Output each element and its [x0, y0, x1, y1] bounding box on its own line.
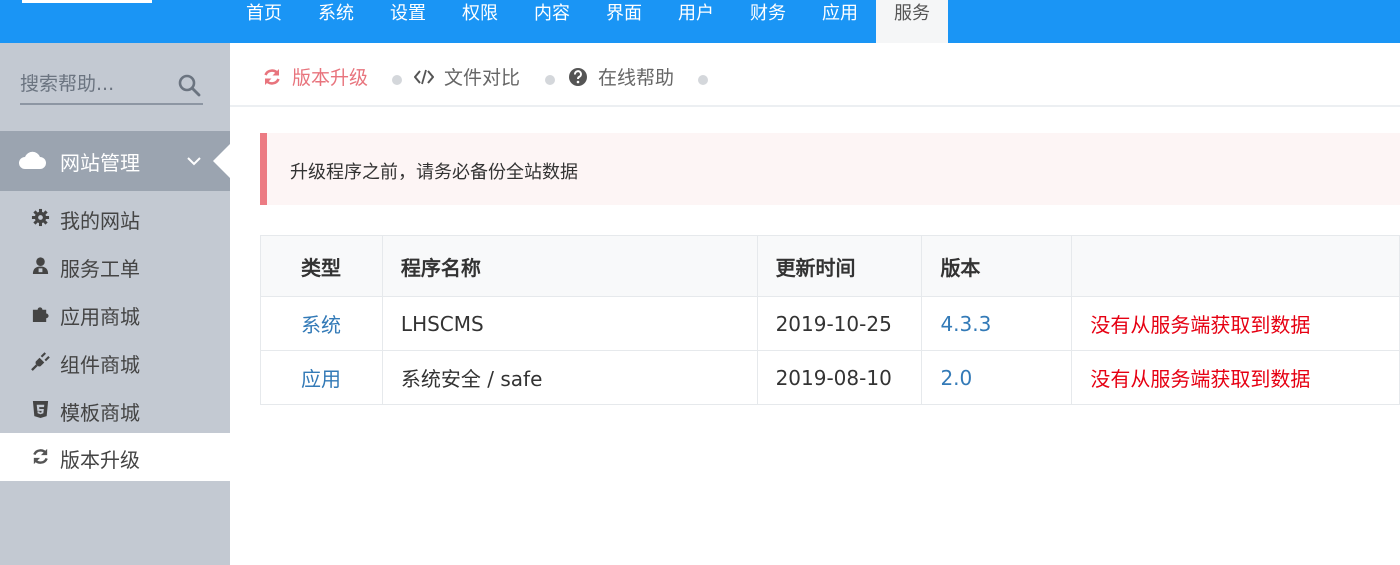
- user-support-icon: [32, 257, 49, 275]
- cell-status: 没有从服务端获取到数据: [1071, 350, 1400, 405]
- tab-label: 版本升级: [292, 67, 369, 89]
- sidebar-item-service-tickets[interactable]: 服务工单: [0, 242, 230, 290]
- search-icon[interactable]: [177, 73, 201, 97]
- type-link[interactable]: 应用: [301, 367, 341, 391]
- alert-text: 升级程序之前，请务必备份全站数据: [290, 162, 578, 183]
- cloud-icon: [19, 151, 46, 169]
- sidebar-item-label: 服务工单: [60, 257, 140, 281]
- gear-icon: [31, 208, 50, 227]
- refresh-icon: [33, 448, 48, 465]
- sidebar-item-label: 版本升级: [60, 448, 140, 472]
- column-header-type: 类型: [260, 235, 383, 297]
- topnav-item-apps[interactable]: 应用: [804, 0, 876, 43]
- topnav-item-permissions[interactable]: 权限: [444, 0, 516, 43]
- type-link[interactable]: 系统: [301, 313, 341, 337]
- cell-updated: 2019-10-25: [756, 296, 923, 351]
- column-header-name: 程序名称: [381, 235, 758, 297]
- cell-type: 应用: [260, 350, 383, 405]
- topnav-item-interface[interactable]: 界面: [588, 0, 660, 43]
- puzzle-icon: [32, 307, 49, 323]
- upgrade-table: 类型 程序名称 更新时间 版本 系统 LHSCMS 2019-10-25 4.3…: [260, 235, 1400, 405]
- column-header-status: [1071, 235, 1400, 297]
- sidebar-item-label: 我的网站: [60, 209, 140, 233]
- sidebar-item-template-store[interactable]: 模板商城: [0, 386, 230, 434]
- topnav-item-finance[interactable]: 财务: [732, 0, 804, 43]
- sidebar-item-version-upgrade[interactable]: 版本升级: [0, 433, 230, 481]
- topnav-item-content[interactable]: 内容: [516, 0, 588, 43]
- logo[interactable]: [22, 0, 152, 3]
- cell-version: 4.3.3: [921, 296, 1073, 351]
- sidebar: 网站管理 我的网站 服务工单 应用商城: [0, 43, 230, 565]
- code-icon: [414, 69, 434, 85]
- html5-icon: [32, 400, 49, 419]
- status-error: 没有从服务端获取到数据: [1090, 367, 1311, 391]
- cell-type: 系统: [260, 296, 383, 351]
- tab-separator: [392, 75, 402, 85]
- chevron-down-icon: [187, 157, 201, 166]
- refresh-icon: [264, 69, 280, 85]
- plug-icon: [31, 352, 50, 371]
- tab-bar: 版本升级 文件对比 在线帮助: [230, 43, 1400, 107]
- topnav-item-users[interactable]: 用户: [660, 0, 732, 43]
- sidebar-search: [20, 65, 203, 105]
- cell-name: LHSCMS: [381, 296, 758, 351]
- version-link[interactable]: 2.0: [940, 366, 972, 390]
- tab-separator: [698, 75, 708, 85]
- cell-version: 2.0: [921, 350, 1073, 405]
- table-row: 系统 LHSCMS 2019-10-25 4.3.3 没有从服务端获取到数据: [260, 296, 1400, 351]
- sidebar-item-label: 模板商城: [60, 401, 140, 425]
- topnav-item-services[interactable]: 服务: [876, 0, 948, 43]
- sidebar-item-app-store[interactable]: 应用商城: [0, 290, 230, 338]
- topnav-item-home[interactable]: 首页: [228, 0, 300, 43]
- sidebar-group-site-management[interactable]: 网站管理: [0, 131, 230, 191]
- column-header-version: 版本: [921, 235, 1073, 297]
- active-pointer: [213, 144, 230, 178]
- version-link[interactable]: 4.3.3: [940, 312, 991, 336]
- topnav-item-settings[interactable]: 设置: [372, 0, 444, 43]
- warning-alert: 升级程序之前，请务必备份全站数据: [260, 133, 1400, 205]
- tab-separator: [545, 75, 555, 85]
- cell-updated: 2019-08-10: [756, 350, 923, 405]
- question-circle-icon: [569, 68, 587, 86]
- tab-label: 文件对比: [444, 67, 521, 89]
- sidebar-group-label: 网站管理: [60, 151, 140, 175]
- top-navbar: 首页 系统 设置 权限 内容 界面 用户 财务 应用 服务: [0, 0, 1400, 43]
- tab-label: 在线帮助: [598, 67, 675, 89]
- status-error: 没有从服务端获取到数据: [1090, 313, 1311, 337]
- column-header-updated: 更新时间: [756, 235, 923, 297]
- table-header-row: 类型 程序名称 更新时间 版本: [260, 235, 1400, 297]
- sidebar-item-my-sites[interactable]: 我的网站: [0, 194, 230, 242]
- sidebar-item-component-store[interactable]: 组件商城: [0, 338, 230, 386]
- cell-name: 系统安全 / safe: [381, 350, 758, 405]
- top-nav-menu: 首页 系统 设置 权限 内容 界面 用户 财务 应用 服务: [228, 0, 948, 43]
- search-input[interactable]: [20, 67, 170, 101]
- table-row: 应用 系统安全 / safe 2019-08-10 2.0 没有从服务端获取到数…: [260, 350, 1400, 405]
- sidebar-item-label: 应用商城: [60, 305, 140, 329]
- sidebar-item-label: 组件商城: [60, 353, 140, 377]
- cell-status: 没有从服务端获取到数据: [1071, 296, 1400, 351]
- topnav-item-system[interactable]: 系统: [300, 0, 372, 43]
